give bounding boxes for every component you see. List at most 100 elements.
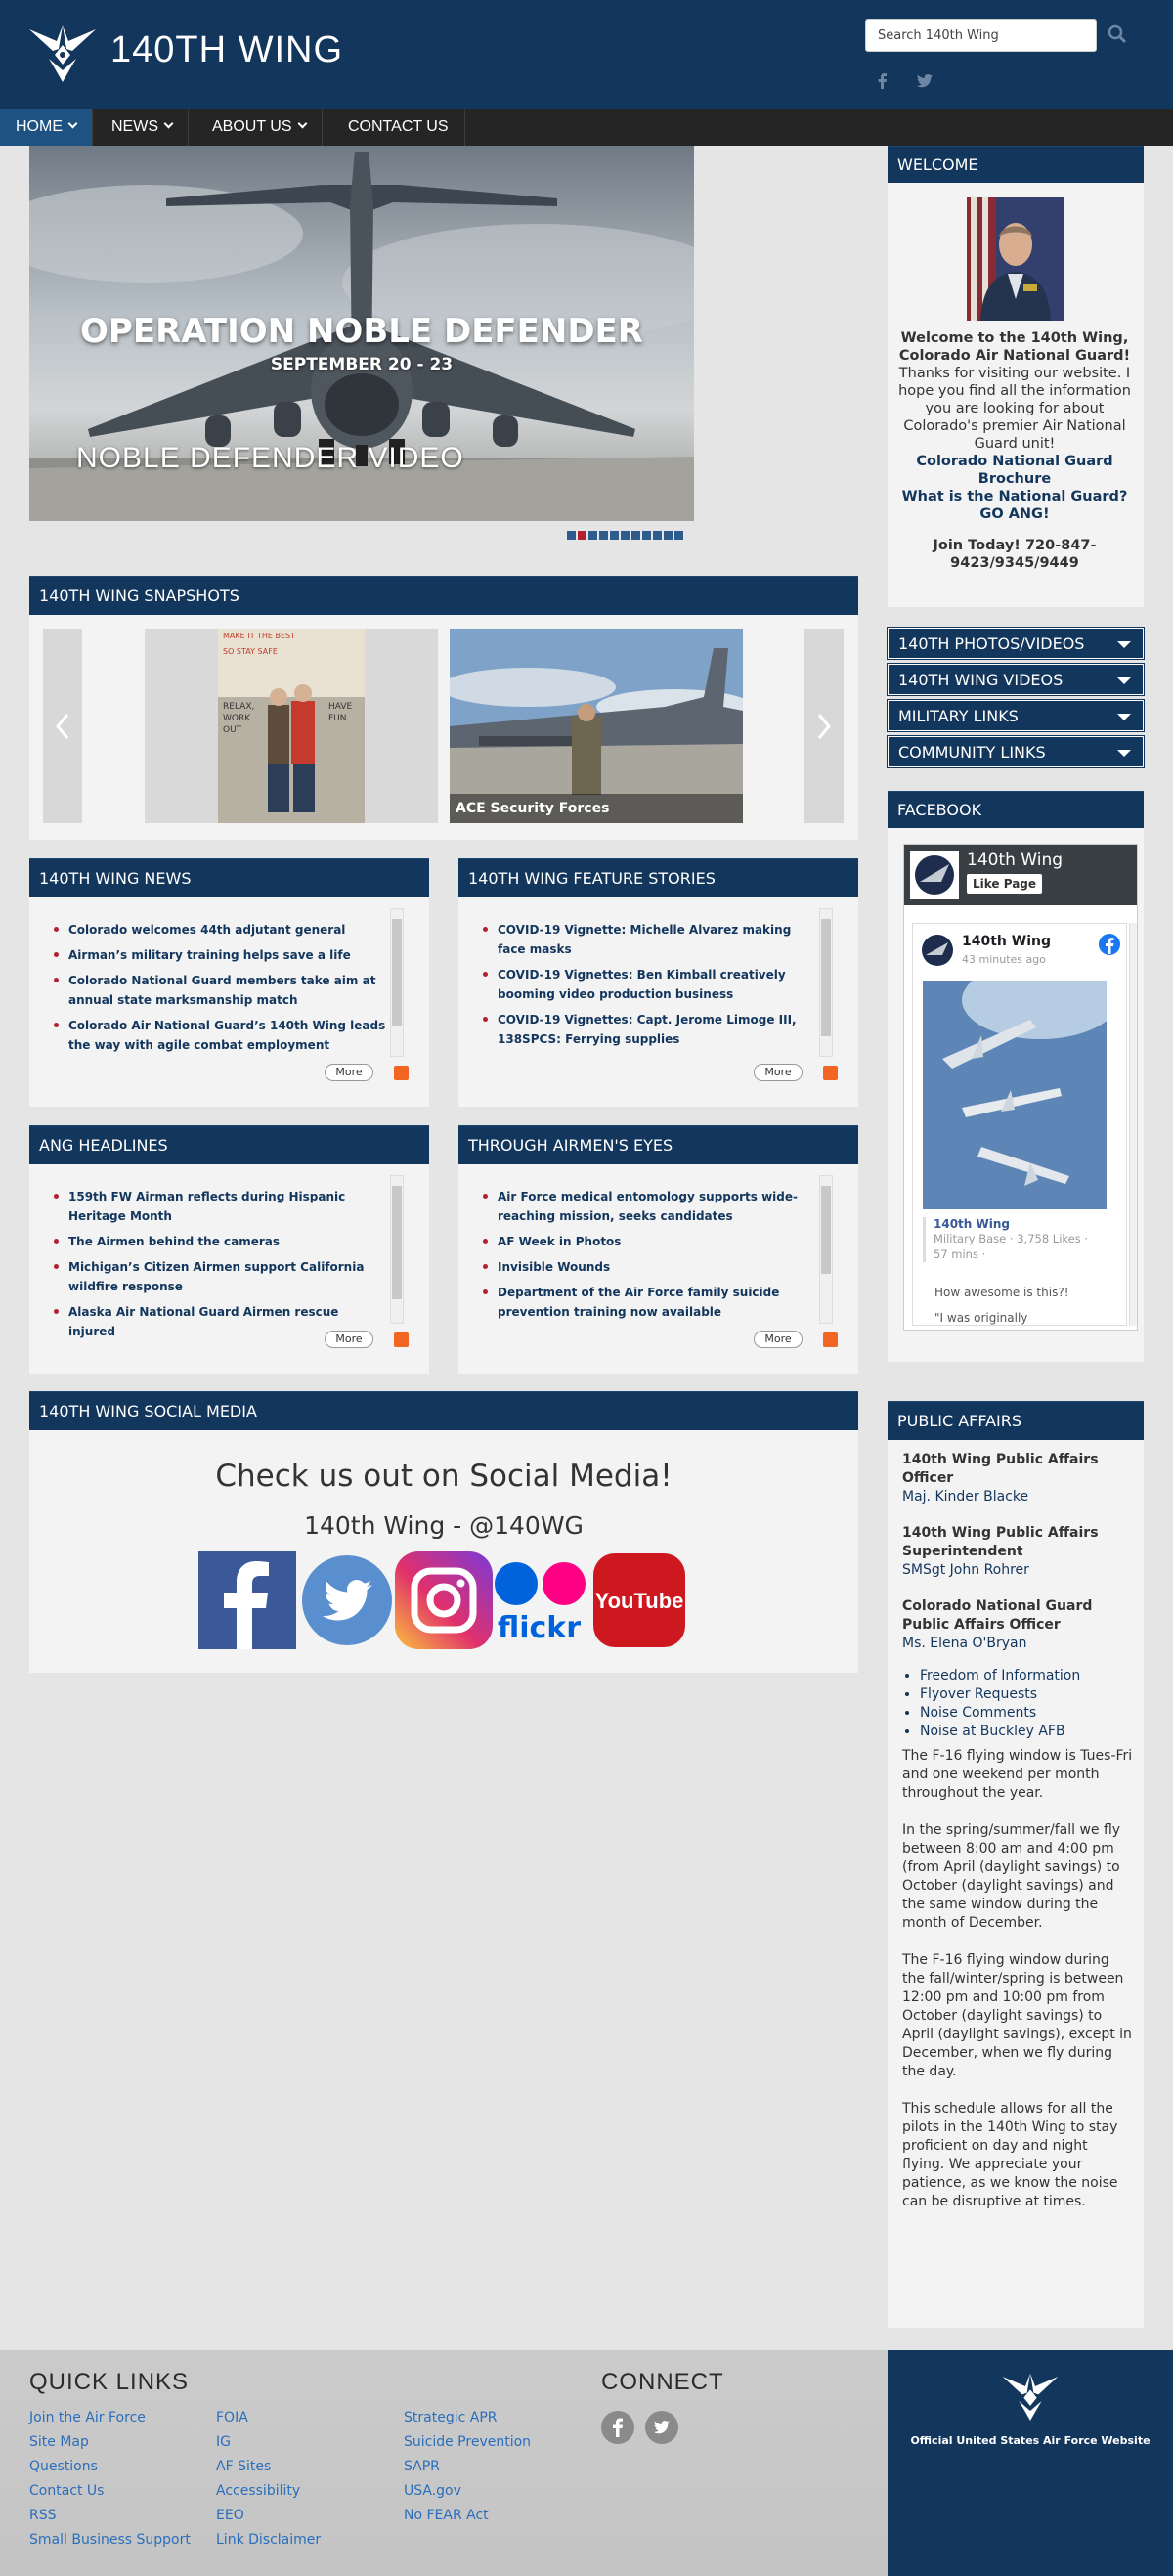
- footer-link[interactable]: Link Disclaimer: [216, 2532, 321, 2548]
- footer-link[interactable]: Small Business Support: [29, 2532, 191, 2548]
- news-item[interactable]: Michigan’s Citizen Airmen support Califo…: [51, 1257, 389, 1296]
- youtube-icon[interactable]: YouTube: [593, 1553, 685, 1647]
- footer-link[interactable]: RSS: [29, 2508, 57, 2523]
- slider-dot[interactable]: [642, 531, 651, 540]
- news-item[interactable]: Colorado Air National Guard’s 140th Wing…: [51, 1016, 389, 1055]
- fb-page-name[interactable]: 140th Wing: [967, 851, 1063, 870]
- news-scrollbar[interactable]: [390, 908, 404, 1057]
- air-force-logo[interactable]: [27, 22, 98, 84]
- rss-icon[interactable]: [823, 1332, 838, 1347]
- slider-dot[interactable]: [664, 531, 673, 540]
- ang-link[interactable]: What is the National Guard? GO ANG!: [898, 488, 1131, 523]
- fb-scrollbar[interactable]: [1129, 923, 1137, 1326]
- footer-link[interactable]: No FEAR Act: [404, 2508, 489, 2523]
- snapshot-photo-2[interactable]: ACE Security Forces: [450, 629, 743, 823]
- footer-link[interactable]: AF Sites: [216, 2459, 271, 2474]
- slider-dot[interactable]: [631, 531, 640, 540]
- footer-link[interactable]: Questions: [29, 2459, 98, 2474]
- footer-link[interactable]: Suicide Prevention: [404, 2434, 531, 2450]
- features-scrollbar[interactable]: [819, 908, 833, 1057]
- news-item[interactable]: Department of the Air Force family suici…: [480, 1283, 818, 1322]
- news-item[interactable]: Colorado National Guard members take aim…: [51, 971, 389, 1010]
- news-item[interactable]: COVID-19 Vignettes: Ben Kimball creative…: [480, 965, 818, 1004]
- slider-dot[interactable]: [588, 531, 597, 540]
- news-item[interactable]: Airman’s military training helps save a …: [51, 945, 389, 965]
- news-item[interactable]: COVID-19 Vignettes: Capt. Jerome Limoge …: [480, 1010, 818, 1049]
- pa-link-foia[interactable]: Freedom of Information: [920, 1667, 1133, 1685]
- news-more-button[interactable]: More: [325, 1064, 373, 1081]
- footer-link[interactable]: FOIA: [216, 2410, 248, 2425]
- accordion-wing-videos[interactable]: 140TH WING VIDEOS: [887, 663, 1145, 696]
- footer-link[interactable]: USA.gov: [404, 2483, 461, 2499]
- fb-post-image[interactable]: [923, 981, 1107, 1209]
- hero-slider[interactable]: OPERATION NOBLE DEFENDER SEPTEMBER 20 - …: [29, 146, 694, 521]
- pa-guard-name[interactable]: Ms. Elena O'Bryan: [902, 1635, 1133, 1653]
- rss-icon[interactable]: [823, 1066, 838, 1080]
- fb-like-button[interactable]: Like Page: [967, 874, 1043, 894]
- nav-home[interactable]: HOME: [0, 109, 93, 146]
- facebook-icon[interactable]: [198, 1551, 296, 1649]
- airmen-scrollbar[interactable]: [819, 1175, 833, 1324]
- accordion-photos-videos[interactable]: 140TH PHOTOS/VIDEOS: [887, 627, 1145, 660]
- footer-link[interactable]: EEO: [216, 2508, 244, 2523]
- hero-video-link[interactable]: NOBLE DEFENDER VIDEO: [76, 442, 464, 475]
- footer-link[interactable]: Contact Us: [29, 2483, 104, 2499]
- snapshots-next-button[interactable]: [804, 629, 844, 823]
- search-icon[interactable]: [1105, 22, 1130, 47]
- slider-dot[interactable]: [610, 531, 619, 540]
- slider-dot[interactable]: [653, 531, 662, 540]
- features-more-button[interactable]: More: [754, 1064, 803, 1081]
- news-item[interactable]: Colorado welcomes 44th adjutant general: [51, 920, 389, 939]
- news-item[interactable]: The Airmen behind the cameras: [51, 1232, 389, 1251]
- pa-link-noise-comments[interactable]: Noise Comments: [920, 1704, 1133, 1723]
- facebook-widget[interactable]: 140th Wing Like Page 140th Wing 43 minut…: [903, 844, 1138, 1331]
- nav-contact-us[interactable]: CONTACT US: [332, 109, 465, 146]
- facebook-icon[interactable]: [873, 71, 892, 91]
- rss-icon[interactable]: [394, 1066, 409, 1080]
- ang-scrollbar[interactable]: [390, 1175, 404, 1324]
- slider-dot[interactable]: [674, 531, 683, 540]
- pa-officer-name[interactable]: Maj. Kinder Blacke: [902, 1488, 1133, 1506]
- twitter-icon[interactable]: [915, 71, 934, 91]
- news-item[interactable]: COVID-19 Vignette: Michelle Alvarez maki…: [480, 920, 818, 959]
- footer-link[interactable]: IG: [216, 2434, 231, 2450]
- nav-about-us[interactable]: ABOUT US: [196, 109, 323, 146]
- airmen-more-button[interactable]: More: [754, 1331, 803, 1348]
- brochure-link[interactable]: Colorado National Guard Brochure: [898, 453, 1131, 488]
- instagram-icon[interactable]: [395, 1551, 493, 1649]
- news-item[interactable]: Invisible Wounds: [480, 1257, 818, 1277]
- site-title[interactable]: 140TH WING: [110, 29, 343, 71]
- slider-dot[interactable]: [599, 531, 608, 540]
- pa-link-flyover[interactable]: Flyover Requests: [920, 1685, 1133, 1704]
- news-item[interactable]: AF Week in Photos: [480, 1232, 818, 1251]
- footer-link[interactable]: Accessibility: [216, 2483, 300, 2499]
- af-official-text[interactable]: Official United States Air Force Website: [888, 2434, 1173, 2447]
- rss-icon[interactable]: [394, 1332, 409, 1347]
- footer-link[interactable]: Site Map: [29, 2434, 89, 2450]
- facebook-icon[interactable]: [1099, 934, 1120, 955]
- slider-dot[interactable]: [621, 531, 630, 540]
- slider-dot[interactable]: [567, 531, 576, 540]
- accordion-community-links[interactable]: COMMUNITY LINKS: [887, 735, 1145, 768]
- flickr-icon[interactable]: flickr: [494, 1556, 586, 1642]
- news-item[interactable]: 159th FW Airman reflects during Hispanic…: [51, 1187, 389, 1226]
- footer-facebook-button[interactable]: [601, 2411, 634, 2444]
- nav-news[interactable]: NEWS: [96, 109, 189, 146]
- footer-link[interactable]: Strategic APR: [404, 2410, 497, 2425]
- pa-link-noise-buckley[interactable]: Noise at Buckley AFB: [920, 1723, 1133, 1741]
- af-official-box[interactable]: [888, 2350, 1173, 2576]
- footer-twitter-button[interactable]: [645, 2411, 678, 2444]
- news-item[interactable]: Air Force medical entomology supports wi…: [480, 1187, 818, 1226]
- twitter-icon[interactable]: [302, 1555, 392, 1645]
- snapshot-photo-1[interactable]: MAKE IT THE BEST SO STAY SAFE RELAX, WOR…: [145, 629, 438, 823]
- snapshots-prev-button[interactable]: [43, 629, 82, 823]
- pa-super-name[interactable]: SMSgt John Rohrer: [902, 1561, 1133, 1580]
- slider-dot[interactable]: [578, 531, 586, 540]
- footer-link[interactable]: SAPR: [404, 2459, 440, 2474]
- search-input[interactable]: [865, 19, 1097, 52]
- fb-card-name[interactable]: 140th Wing: [934, 1217, 1118, 1231]
- footer-link[interactable]: Join the Air Force: [29, 2410, 146, 2425]
- ang-more-button[interactable]: More: [325, 1331, 373, 1348]
- accordion-military-links[interactable]: MILITARY LINKS: [887, 699, 1145, 732]
- fb-post-author[interactable]: 140th Wing: [962, 934, 1051, 949]
